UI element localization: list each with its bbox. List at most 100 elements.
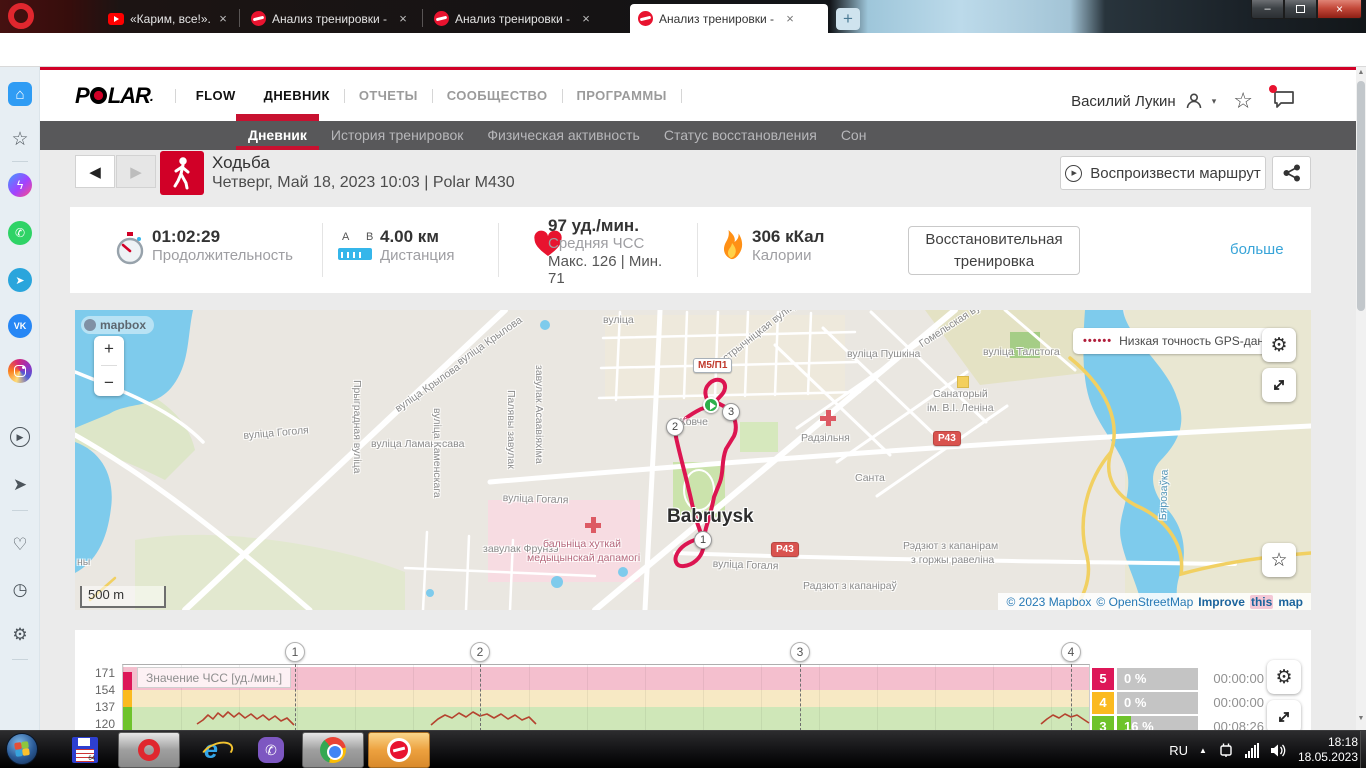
play-route-label: Воспроизвести маршрут <box>1090 164 1261 182</box>
taskbar-clock[interactable]: 18:18 18.05.2023 <box>1298 735 1358 765</box>
language-indicator[interactable]: RU <box>1169 743 1188 758</box>
vk-icon[interactable]: VK <box>8 314 32 338</box>
route-map[interactable]: Babruysk Гомельская вуліца вуліца Крылов… <box>75 310 1311 610</box>
nav-diary[interactable]: ДНЕВНИК <box>250 88 344 103</box>
subnav-activity[interactable]: Физическая активность <box>475 121 651 150</box>
network-signal-icon[interactable] <box>1244 742 1259 758</box>
opera-logo-icon[interactable] <box>8 3 34 29</box>
browser-tab-polar-2[interactable]: Анализ тренировки - Pola × <box>426 4 602 33</box>
zoom-out-button[interactable]: − <box>104 373 114 393</box>
attr-osm-link[interactable]: © OpenStreetMap <box>1096 595 1193 609</box>
nav-reports[interactable]: ОТЧЕТЫ <box>345 88 432 103</box>
map-favorite-button[interactable]: ☆ <box>1262 543 1296 577</box>
scroll-thumb[interactable] <box>1357 81 1365 311</box>
whatsapp-icon[interactable]: ✆ <box>8 221 32 245</box>
subnav-sleep[interactable]: Сон <box>829 121 879 150</box>
speed-dial-home-icon[interactable]: ⌂ <box>8 82 32 106</box>
street-label: завулак Асаавіяхіма <box>533 365 545 464</box>
user-name[interactable]: Василий Лукин <box>1071 93 1176 110</box>
poi-label: Радзільня <box>801 432 850 444</box>
telegram-icon[interactable]: ➤ <box>8 268 32 292</box>
attr-mapbox-link[interactable]: © 2023 Mapbox <box>1006 595 1091 609</box>
browser-tab-polar-active[interactable]: Анализ тренировки - Pola × <box>630 4 828 33</box>
tab-close-icon[interactable]: × <box>216 11 230 26</box>
notifications-icon[interactable] <box>1269 85 1296 113</box>
floppy-label: 64 <box>88 756 95 762</box>
scroll-up-arrow[interactable]: ▲ <box>1356 67 1366 79</box>
chart-settings-button[interactable]: ⚙ <box>1267 660 1301 694</box>
history-clock-icon[interactable]: ◷ <box>8 578 32 602</box>
map-fullscreen-button[interactable] <box>1262 368 1296 402</box>
taskbar-polar-running[interactable] <box>368 732 430 768</box>
my-flow-icon[interactable]: ➤ <box>8 473 32 497</box>
person-icon[interactable] <box>1185 92 1203 110</box>
favorite-star-icon[interactable]: ☆ <box>1233 88 1253 114</box>
chart-expand-button[interactable] <box>1267 700 1301 730</box>
ruler-icon <box>338 248 372 260</box>
subnav-history[interactable]: История тренировок <box>319 121 475 150</box>
map-canvas <box>75 310 1311 610</box>
taskbar-save-icon[interactable]: 64 <box>62 732 108 768</box>
tab-close-icon[interactable]: × <box>783 11 797 26</box>
window-minimize-button[interactable]: – <box>1251 0 1284 19</box>
page-scrollbar[interactable]: ▲ ▼ <box>1356 67 1366 730</box>
tray-expand-icon[interactable]: ▲ <box>1199 746 1207 755</box>
favorites-heart-icon[interactable]: ♡ <box>8 533 32 557</box>
map-settings-button[interactable]: ⚙ <box>1262 328 1296 362</box>
nav-programs[interactable]: ПРОГРАММЫ <box>563 88 681 103</box>
browser-tab-polar-1[interactable]: Анализ тренировки - Pola × <box>243 4 419 33</box>
prev-session-button[interactable]: ◀ <box>75 155 115 188</box>
km-badge-4: 4 <box>1061 642 1081 662</box>
window-maximize-button[interactable] <box>1284 0 1317 19</box>
player-icon[interactable]: ▶ <box>8 425 32 449</box>
taskbar-viber[interactable]: ✆ <box>248 732 294 768</box>
distance-label: Дистанция <box>380 247 455 264</box>
calories-label: Калории <box>752 247 812 264</box>
subnav-recovery[interactable]: Статус восстановления <box>652 121 829 150</box>
bookmarks-star-icon[interactable]: ☆ <box>8 127 32 151</box>
chrome-icon <box>320 737 346 763</box>
mapbox-icon <box>84 319 96 331</box>
play-route-button[interactable]: ▶ Воспроизвести маршрут <box>1060 156 1266 190</box>
distance-value: 4.00 км <box>380 227 439 246</box>
attr-improve-map[interactable]: map <box>1278 595 1303 609</box>
subnav-diary[interactable]: Дневник <box>236 114 319 150</box>
chevron-down-icon[interactable]: ▾ <box>1212 96 1217 107</box>
more-link[interactable]: больше <box>1230 241 1284 258</box>
messenger-icon[interactable]: ϟ <box>8 173 32 197</box>
city-label: Babruysk <box>667 506 754 527</box>
mapbox-logo[interactable]: mapbox <box>81 316 155 334</box>
instagram-icon[interactable] <box>8 359 32 383</box>
divider <box>322 223 323 277</box>
share-button[interactable] <box>1272 156 1311 190</box>
zone-time: 00:00:00 <box>1213 671 1264 686</box>
zone-bar: 16 % <box>1117 716 1198 730</box>
nav-community[interactable]: СООБЩЕСТВО <box>433 88 562 103</box>
polar-flowsync-icon <box>387 738 411 762</box>
show-desktop-button[interactable] <box>1360 731 1366 768</box>
start-button[interactable] <box>6 733 38 765</box>
taskbar-ie[interactable]: e <box>188 732 234 768</box>
power-plug-icon[interactable] <box>1218 742 1234 758</box>
floppy-icon: 64 <box>72 737 98 763</box>
poi-label: ім. В.І. Леніна <box>927 402 994 414</box>
taskbar-opera-running[interactable] <box>118 732 180 768</box>
star-icon: ☆ <box>1270 549 1288 571</box>
browser-tab-youtube[interactable]: «Карим, все!». Халили, Ка × <box>100 4 236 33</box>
attr-improve-this[interactable]: this <box>1249 595 1274 609</box>
nav-flow[interactable]: FLOW <box>182 88 250 103</box>
tab-close-icon[interactable]: × <box>396 11 410 26</box>
new-tab-button[interactable]: + <box>836 8 860 30</box>
street-label: вуліца Каменскага <box>431 408 443 498</box>
window-close-button[interactable]: × <box>1317 0 1362 19</box>
attr-improve-link[interactable]: Improve <box>1198 595 1245 609</box>
hospital-cross-icon <box>820 410 836 426</box>
next-session-button[interactable]: ▶ <box>116 155 156 188</box>
tab-close-icon[interactable]: × <box>579 11 593 26</box>
zoom-in-button[interactable]: + <box>104 339 114 359</box>
taskbar-chrome-running[interactable] <box>302 732 364 768</box>
scroll-down-arrow[interactable]: ▼ <box>1356 713 1366 725</box>
settings-gear-icon[interactable]: ⚙ <box>8 623 32 647</box>
polar-logo[interactable]: P LAR. <box>75 83 154 109</box>
volume-icon[interactable] <box>1270 743 1287 758</box>
